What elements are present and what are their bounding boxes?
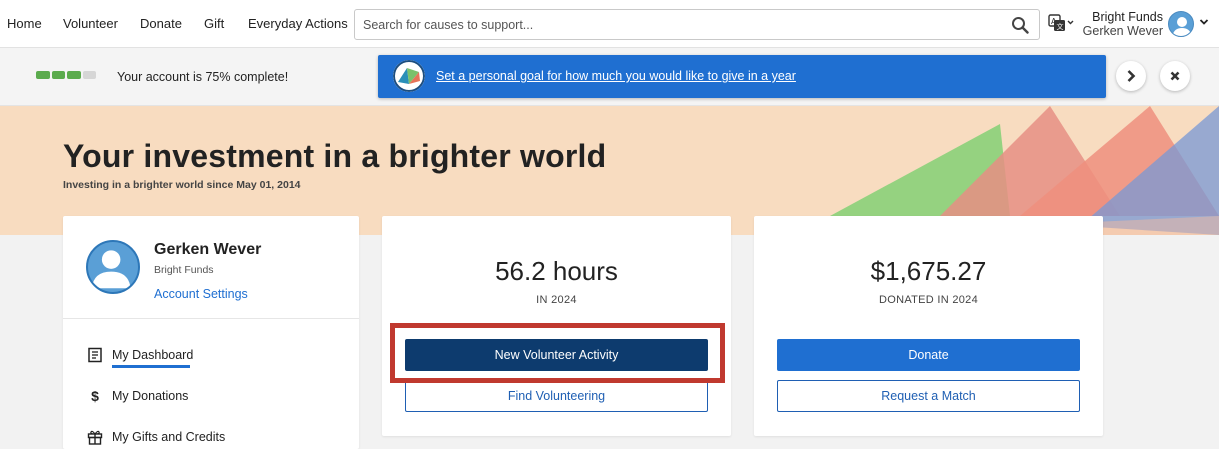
dashboard-icon (88, 347, 102, 363)
search-input[interactable] (363, 16, 993, 34)
progress-segment (82, 71, 96, 79)
user-silhouette-icon (91, 250, 131, 289)
dollar-icon: $ (91, 388, 99, 404)
progress-segment (67, 71, 81, 79)
org-name: Bright Funds (1092, 10, 1163, 24)
nav-link-volunteer[interactable]: Volunteer (63, 16, 118, 31)
nav-link-donate[interactable]: Donate (140, 16, 182, 31)
close-button[interactable] (1160, 61, 1190, 91)
goal-banner-link[interactable]: Set a personal goal for how much you wou… (436, 69, 796, 83)
user-name: Gerken Wever (1082, 24, 1163, 38)
progress-bar (36, 71, 96, 79)
goal-banner[interactable]: Set a personal goal for how much you wou… (378, 55, 1106, 98)
progress-segment (36, 71, 50, 79)
active-indicator (112, 365, 190, 368)
divider (63, 318, 359, 319)
sidebar-item-label: My Gifts and Credits (112, 430, 226, 444)
search-icon[interactable] (1011, 16, 1029, 34)
donate-button[interactable]: Donate (777, 339, 1080, 371)
next-button[interactable] (1116, 61, 1146, 91)
sidebar-item-label: My Donations (112, 389, 189, 403)
account-progress-strip: Your account is 75% complete! Set a pers… (0, 48, 1219, 106)
search-bar (354, 9, 1040, 40)
donated-label: DONATED IN 2024 (878, 294, 979, 306)
nav-link-gift[interactable]: Gift (204, 16, 224, 31)
avatar (86, 240, 140, 294)
progress-segment (51, 71, 65, 79)
donations-card: $1,675.27 DONATED IN 2024 Donate Request… (754, 216, 1103, 436)
profile-name: Gerken Wever (154, 241, 262, 258)
find-volunteering-button[interactable]: Find Volunteering (405, 380, 708, 412)
bright-funds-logo (393, 60, 425, 92)
highlight-annotation (390, 323, 725, 383)
close-icon (1170, 71, 1180, 81)
chevron-down-icon[interactable] (1199, 17, 1209, 27)
account-switcher[interactable]: Bright Funds Gerken Wever (1083, 10, 1163, 38)
profile-card: Gerken Wever Bright Funds Account Settin… (63, 216, 359, 449)
progress-text: Your account is 75% complete! (117, 70, 289, 84)
chevron-right-icon (1127, 70, 1136, 82)
request-match-button[interactable]: Request a Match (777, 380, 1080, 412)
user-silhouette-icon (1172, 17, 1192, 36)
hours-label: IN 2024 (536, 294, 577, 306)
avatar[interactable] (1168, 11, 1194, 37)
hours-value: 56.2 hours (495, 256, 618, 286)
gift-icon (87, 430, 103, 445)
nav-link-everyday-actions[interactable]: Everyday Actions (248, 16, 348, 31)
nav-link-home[interactable]: Home (7, 16, 42, 31)
sidebar-item-label: My Dashboard (112, 348, 194, 362)
page-title: Your investment in a brighter world (63, 138, 607, 174)
account-settings-link[interactable]: Account Settings (154, 287, 248, 301)
top-navigation-bar: Home Volunteer Donate Gift Everyday Acti… (0, 0, 1219, 48)
profile-org: Bright Funds (154, 264, 214, 276)
svg-text:文: 文 (1057, 22, 1064, 31)
donated-value: $1,675.27 (870, 256, 987, 286)
translate-icon[interactable]: A 文 (1048, 14, 1074, 32)
page-subtitle: Investing in a brighter world since May … (63, 179, 301, 191)
